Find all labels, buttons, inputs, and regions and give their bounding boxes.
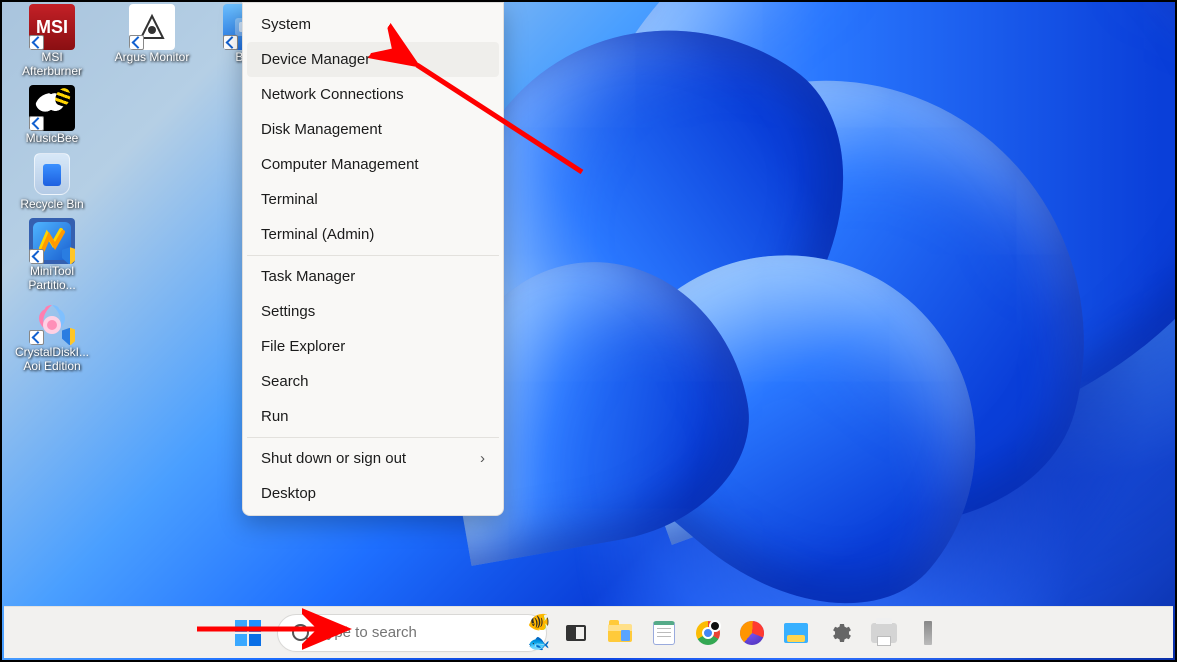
- chevron-right-icon: ›: [480, 450, 485, 467]
- taskbar-chrome[interactable]: [687, 612, 729, 654]
- menu-item-network-connections[interactable]: Network Connections: [247, 77, 499, 112]
- desktop-icon-label: MiniTool Partitio...: [12, 265, 92, 293]
- windows-logo-icon: [235, 620, 261, 646]
- desktop-icon-argus-monitor[interactable]: Argus Monitor: [112, 2, 192, 69]
- taskbar-settings[interactable]: [819, 612, 861, 654]
- desktop-icon-label: MSI Afterburner: [12, 51, 92, 79]
- desktop-icon-crystaldiskinfo[interactable]: CrystalDiskI... Aoi Edition: [12, 297, 92, 378]
- menu-item-label: Run: [261, 408, 289, 425]
- menu-item-disk-management[interactable]: Disk Management: [247, 112, 499, 147]
- menu-item-label: Shut down or sign out: [261, 450, 406, 467]
- msi-afterburner-icon: MSI: [29, 4, 75, 50]
- start-button[interactable]: [227, 612, 269, 654]
- desktop[interactable]: MSIMSI Afterburner MusicBee Recycle Bin Min…: [2, 2, 1175, 660]
- uac-shield-icon: [62, 247, 75, 264]
- menu-item-label: Disk Management: [261, 121, 382, 138]
- recycle-bin-icon: [29, 151, 75, 197]
- menu-item-label: File Explorer: [261, 338, 345, 355]
- desktop-icon-recycle-bin[interactable]: Recycle Bin: [12, 149, 92, 216]
- menu-item-run[interactable]: Run: [247, 399, 499, 434]
- more-app-icon: [915, 620, 941, 646]
- menu-item-settings[interactable]: Settings: [247, 294, 499, 329]
- menu-item-terminal-admin[interactable]: Terminal (Admin): [247, 217, 499, 252]
- task-view-icon: [563, 620, 589, 646]
- menu-separator: [247, 437, 499, 438]
- argus-monitor-icon: [129, 4, 175, 50]
- menu-item-label: Settings: [261, 303, 315, 320]
- menu-item-search[interactable]: Search: [247, 364, 499, 399]
- menu-item-label: System: [261, 16, 311, 33]
- menu-item-label: Computer Management: [261, 156, 419, 173]
- shortcut-arrow-icon: [29, 35, 44, 50]
- desktop-icon-label: MusicBee: [26, 132, 79, 146]
- menu-item-label: Desktop: [261, 485, 316, 502]
- desktop-icon-msi-afterburner[interactable]: MSIMSI Afterburner: [12, 2, 92, 83]
- taskbar-sandbox[interactable]: [775, 612, 817, 654]
- settings-icon: [827, 620, 853, 646]
- taskbar-firefox[interactable]: [731, 612, 773, 654]
- firefox-icon: [739, 620, 765, 646]
- taskbar-notes-app[interactable]: [643, 612, 685, 654]
- menu-item-system[interactable]: System: [247, 7, 499, 42]
- taskbar: 🐠🐟: [4, 606, 1173, 658]
- desktop-icon-label: Argus Monitor: [115, 51, 190, 65]
- minitool-partition-icon: [29, 218, 75, 264]
- desktop-icon-label: CrystalDiskI... Aoi Edition: [12, 346, 92, 374]
- menu-item-device-manager[interactable]: Device Manager: [247, 42, 499, 77]
- shortcut-arrow-icon: [29, 330, 44, 345]
- chrome-icon: [695, 620, 721, 646]
- menu-item-file-explorer[interactable]: File Explorer: [247, 329, 499, 364]
- printers-icon: [871, 620, 897, 646]
- taskbar-more-app[interactable]: [907, 612, 949, 654]
- desktop-icon-minitool-partition[interactable]: MiniTool Partitio...: [12, 216, 92, 297]
- menu-separator: [247, 255, 499, 256]
- menu-item-label: Network Connections: [261, 86, 404, 103]
- menu-item-desktop[interactable]: Desktop: [247, 476, 499, 511]
- menu-item-label: Search: [261, 373, 309, 390]
- shortcut-arrow-icon: [29, 249, 44, 264]
- menu-item-computer-management[interactable]: Computer Management: [247, 147, 499, 182]
- taskbar-search[interactable]: 🐠🐟: [277, 614, 547, 652]
- search-icon: [292, 624, 309, 641]
- crystaldiskinfo-icon: [29, 299, 75, 345]
- file-explorer-icon: [607, 620, 633, 646]
- menu-item-label: Terminal: [261, 191, 318, 208]
- shortcut-arrow-icon: [129, 35, 144, 50]
- menu-item-label: Task Manager: [261, 268, 355, 285]
- taskbar-file-explorer[interactable]: [599, 612, 641, 654]
- menu-item-shut-down-or-sign-out[interactable]: Shut down or sign out ›: [247, 441, 499, 476]
- shortcut-arrow-icon: [223, 35, 238, 50]
- musicbee-icon: [29, 85, 75, 131]
- notes-app-icon: [651, 620, 677, 646]
- sandbox-icon: [783, 620, 809, 646]
- taskbar-task-view[interactable]: [555, 612, 597, 654]
- search-input[interactable]: [319, 624, 518, 641]
- menu-item-task-manager[interactable]: Task Manager: [247, 259, 499, 294]
- menu-item-label: Device Manager: [261, 51, 370, 68]
- shortcut-arrow-icon: [29, 116, 44, 131]
- desktop-icon-label: Recycle Bin: [20, 198, 83, 212]
- winx-menu[interactable]: System Device Manager Network Connections D…: [242, 2, 504, 516]
- menu-item-label: Terminal (Admin): [261, 226, 374, 243]
- taskbar-printers[interactable]: [863, 612, 905, 654]
- menu-item-terminal[interactable]: Terminal: [247, 182, 499, 217]
- search-highlight-icon: 🐠🐟: [528, 612, 550, 654]
- desktop-icon-musicbee[interactable]: MusicBee: [12, 83, 92, 150]
